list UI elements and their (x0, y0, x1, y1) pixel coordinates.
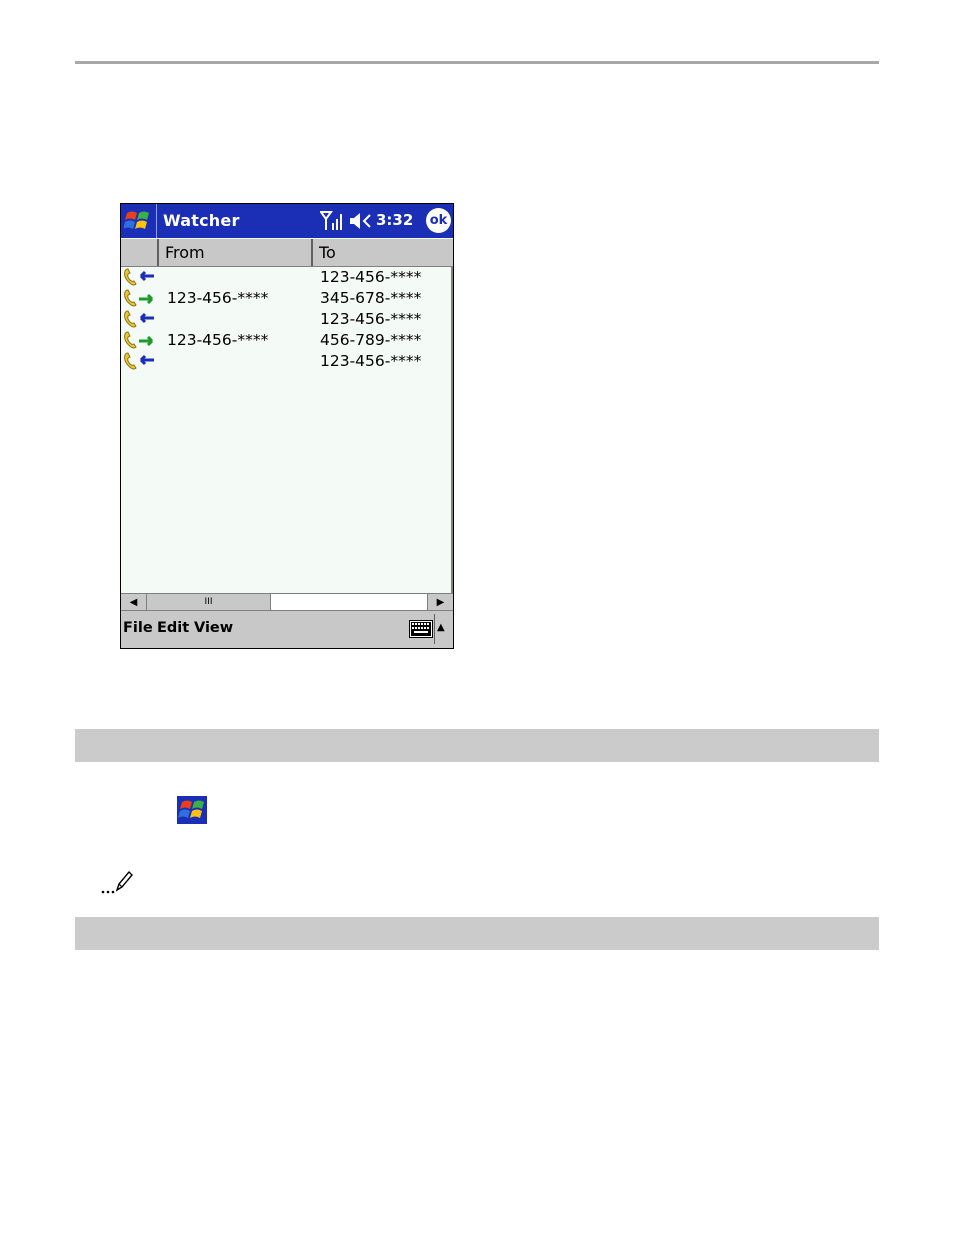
scroll-track[interactable] (271, 594, 427, 610)
section-bar-1 (75, 729, 879, 762)
ok-button[interactable]: ok (426, 208, 451, 233)
sip-menu-arrow-icon[interactable]: ▲ (437, 622, 445, 633)
outgoing-call-icon (124, 331, 154, 349)
column-header-from[interactable]: From (159, 239, 313, 266)
table-row[interactable]: 123-456-**** 456-789-**** (121, 330, 453, 351)
sip-separator (434, 614, 435, 644)
call-from: 123-456-**** (167, 331, 269, 349)
menu-bar: File Edit View ▲ (121, 611, 453, 648)
table-row[interactable]: 123-456-**** (121, 267, 453, 288)
call-to: 345-678-**** (320, 289, 422, 307)
list-right-border (451, 267, 453, 593)
column-header-icon[interactable] (121, 239, 159, 266)
table-row[interactable]: 123-456-**** 345-678-**** (121, 288, 453, 309)
call-from: 123-456-**** (167, 289, 269, 307)
incoming-call-icon (124, 268, 154, 286)
incoming-call-icon (124, 310, 154, 328)
table-row[interactable]: 123-456-**** (121, 309, 453, 330)
keyboard-icon[interactable] (409, 620, 433, 638)
horizontal-scrollbar[interactable]: ◀ III ▶ (121, 593, 453, 611)
signal-strength-icon (320, 211, 342, 230)
scroll-right-button[interactable]: ▶ (427, 594, 453, 610)
menu-file[interactable]: File (123, 620, 153, 636)
outgoing-call-icon (124, 289, 154, 307)
note-pencil-icon (101, 870, 133, 894)
clock[interactable]: 3:32 (376, 211, 413, 229)
scroll-thumb[interactable]: III (147, 594, 271, 610)
section-bar-2 (75, 917, 879, 950)
title-bar: Watcher 3:32 ok (121, 204, 453, 238)
menu-edit[interactable]: Edit (157, 620, 189, 636)
start-button[interactable] (121, 204, 157, 238)
table-row[interactable]: 123-456-**** (121, 351, 453, 372)
table-header: From To (121, 239, 453, 267)
windows-flag-icon (177, 796, 207, 824)
top-rule (75, 61, 879, 64)
pocketpc-screen: Watcher 3:32 ok From To 123-456-**** 123… (120, 203, 454, 649)
column-header-to[interactable]: To (313, 239, 453, 266)
call-to: 456-789-**** (320, 331, 422, 349)
call-list: 123-456-**** 123-456-**** 345-678-**** 1… (121, 267, 453, 372)
window-title: Watcher (163, 211, 240, 230)
call-to: 123-456-**** (320, 310, 422, 328)
incoming-call-icon (124, 352, 154, 370)
windows-flag-icon (124, 211, 149, 229)
call-to: 123-456-**** (320, 268, 422, 286)
scroll-left-button[interactable]: ◀ (121, 594, 147, 610)
speaker-muted-icon[interactable] (348, 211, 372, 231)
call-to: 123-456-**** (320, 352, 422, 370)
menu-view[interactable]: View (194, 620, 233, 636)
